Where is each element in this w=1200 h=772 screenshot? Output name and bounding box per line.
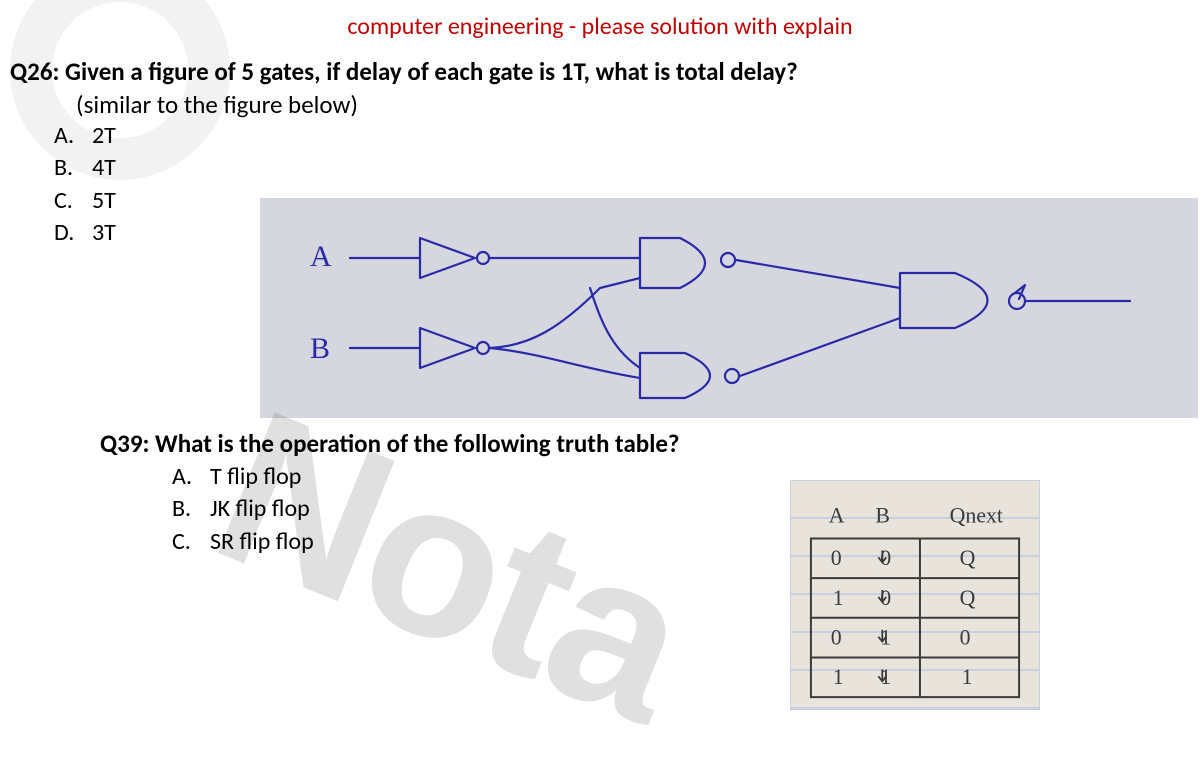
watermark-text: Nota [185,360,718,772]
input-a-label: A [310,240,332,273]
choice-letter: A. [54,120,84,152]
choice-letter: B. [54,152,84,184]
choice-text: T flip flop [210,461,301,493]
choice-letter: C. [172,526,202,558]
tt-r1c0: 1 [833,586,844,610]
q39-choice-c: C. SR flip flop [172,526,680,558]
choice-letter: A. [172,461,202,493]
tt-r2c2: 0 [960,626,971,650]
q39-choices: A. T flip flop B. JK flip flop C. SR fli… [100,459,680,558]
question-26: Q26: Given a figure of 5 gates, if delay… [0,49,1200,89]
choice-letter: B. [172,493,202,525]
choice-text: 3T [92,217,116,249]
question-39: Q39: What is the operation of the follow… [100,428,680,459]
tt-r3c0: 1 [833,665,844,689]
tt-header-a: A [829,504,845,528]
truth-table-svg: A B Qnext 0 0 Q 1 0 Q 0 1 0 1 1 1 [791,481,1039,709]
tt-header-b: B [875,504,890,528]
question-39-block: Q39: What is the operation of the follow… [100,428,680,558]
q39-prefix: Q39: [100,428,149,459]
tt-r1c2: Q [960,586,976,610]
tt-r3c2: 1 [962,665,973,689]
gates-circuit-svg: A B [260,198,1198,418]
tt-r0c2: Q [960,546,976,570]
q26-text: Given a figure of 5 gates, if delay of e… [65,56,798,87]
q26-prefix: Q26: [10,56,59,87]
q39-text: What is the operation of the following t… [155,428,679,459]
page-header: computer engineering - please solution w… [0,0,1200,49]
choice-text: SR flip flop [210,526,314,558]
q26-choice-b: B. 4T [54,152,1200,184]
q26-figure: A B [260,198,1198,418]
tt-header-q: Qnext [950,504,1003,528]
tt-r0c0: 0 [831,546,842,570]
q39-truth-table: A B Qnext 0 0 Q 1 0 Q 0 1 0 1 1 1 [790,480,1040,710]
choice-text: 2T [92,120,116,152]
q26-choice-a: A. 2T [54,120,1200,152]
q39-choice-a: A. T flip flop [172,461,680,493]
choice-letter: C. [54,185,84,217]
q26-subtext: (similar to the figure below) [0,89,1200,120]
q39-choice-b: B. JK flip flop [172,493,680,525]
choice-text: JK flip flop [210,493,310,525]
choice-text: 5T [92,185,116,217]
choice-text: 4T [92,152,116,184]
tt-r2c0: 0 [831,626,842,650]
choice-letter: D. [54,217,84,249]
input-b-label: B [310,332,330,365]
